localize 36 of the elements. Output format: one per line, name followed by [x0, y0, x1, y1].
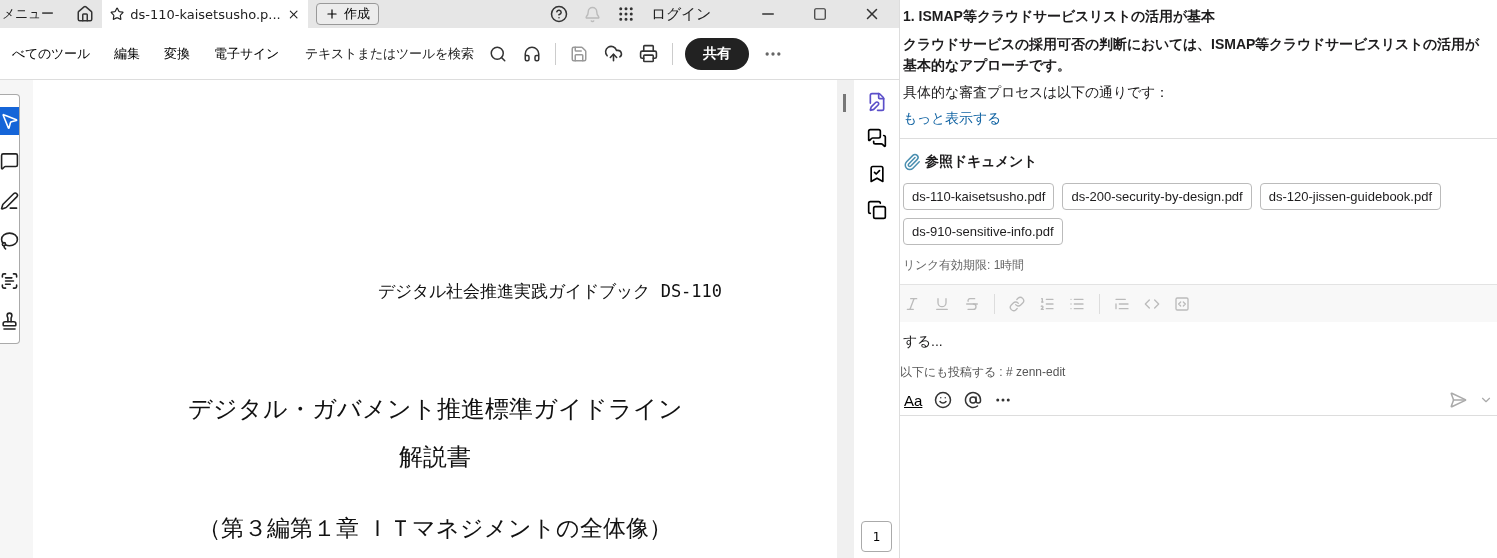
document-chip[interactable]: ds-910-sensitive-info.pdf — [903, 218, 1063, 245]
document-title: 解説書 — [399, 442, 471, 473]
tab-title: ds-110-kaisetsusho.p... — [130, 6, 281, 22]
link-expiry: リンク有効期限: 1時間 — [903, 257, 1026, 274]
search-field[interactable]: テキストまたはツールを検索 — [303, 45, 481, 62]
show-more-link[interactable]: もっと表示する — [903, 110, 1493, 128]
references-title: 参照ドキュメント — [925, 153, 1037, 171]
document-chip[interactable]: ds-120-jissen-guidebook.pdf — [1259, 183, 1442, 210]
toolbar-tab[interactable]: 変換 — [152, 44, 202, 63]
toolbar-tab[interactable]: 電子サイン — [202, 44, 291, 63]
mention-icon[interactable] — [964, 391, 983, 409]
menu-button[interactable]: メニュー — [0, 5, 68, 23]
document-chip[interactable]: ds-200-security-by-design.pdf — [1062, 183, 1252, 210]
toolbar-tab[interactable]: 編集 — [102, 44, 152, 63]
paperclip-icon — [903, 153, 921, 171]
comments-icon[interactable] — [866, 128, 887, 148]
plus-icon — [325, 7, 339, 21]
format-button[interactable]: Aa — [904, 391, 923, 409]
page-number[interactable]: 1 — [861, 521, 892, 552]
message-text: 具体的な審査プロセスは以下の通りです： — [903, 84, 1170, 102]
document-header: デジタル社会推進実践ガイドブック DS-110 — [378, 280, 723, 303]
share-button[interactable]: 共有 — [685, 37, 749, 70]
message-heading: 1. ISMAP等クラウドサービスリストの活用が基本 — [903, 8, 1216, 26]
scrollbar-thumb[interactable] — [843, 94, 847, 112]
document-chip[interactable]: ds-110-kaisetsusho.pdf — [903, 183, 1055, 210]
browser-tab[interactable]: ds-110-kaisetsusho.p... — [102, 0, 308, 28]
pages-icon[interactable] — [866, 200, 887, 220]
also-post-label: 以下にも投稿する : # zenn-edit — [900, 364, 1067, 381]
star-icon[interactable] — [110, 6, 125, 22]
emoji-icon[interactable] — [934, 391, 953, 409]
document-subtitle: （第３編第１章 ＩＴマネジメントの全体像） — [197, 514, 673, 543]
message-text: クラウドサービスの採用可否の判断においては、ISMAP等クラウドサービスリストの活用が基本的なアプローチです。 — [903, 35, 1481, 75]
login-link[interactable]: ログイン — [643, 4, 741, 24]
toolbar-tab[interactable]: べてのツール — [0, 44, 102, 63]
create-button[interactable]: 作成 — [316, 3, 379, 25]
document-title: デジタル・ガバメント推進標準ガイドライン — [187, 394, 683, 425]
